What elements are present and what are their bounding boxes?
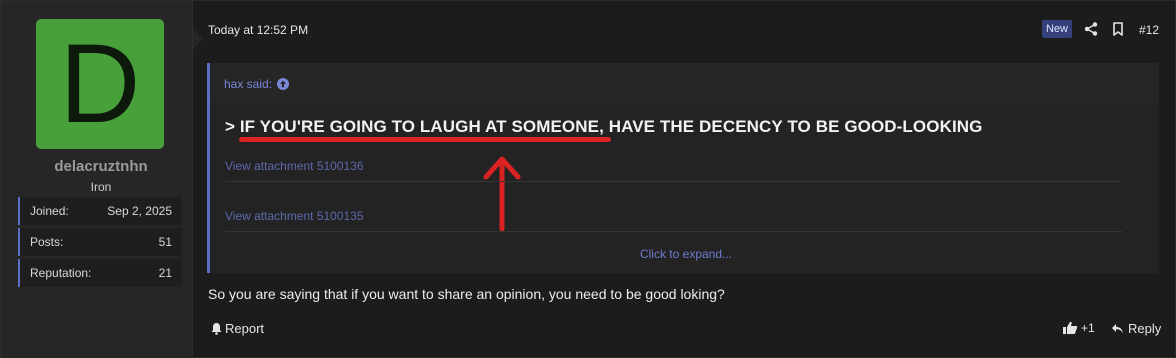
user-sidebar: D delacruztnhn Iron Joined: Sep 2, 2025 … [1, 1, 193, 358]
attachment-link[interactable]: View attachment 5100135 [225, 209, 364, 223]
attachment-link[interactable]: View attachment 5100136 [225, 159, 364, 173]
quote-header [210, 63, 1159, 103]
avatar-letter: D [59, 21, 141, 146]
post-date[interactable]: Today at 12:52 PM [208, 23, 308, 37]
stat-label: Posts: [30, 235, 64, 249]
username-link[interactable]: delacruztnhn [1, 158, 201, 175]
click-to-expand-link[interactable]: Click to expand... [210, 247, 1162, 261]
forum-post: D delacruztnhn Iron Joined: Sep 2, 2025 … [0, 0, 1176, 358]
new-badge: New [1042, 20, 1072, 38]
like-button[interactable]: +1 [1062, 321, 1095, 335]
stat-label: Joined: [30, 204, 69, 218]
stat-label: Reputation: [30, 266, 92, 280]
quote-author-link[interactable]: hax said: [224, 77, 290, 91]
bookmark-icon[interactable] [1109, 20, 1127, 38]
report-button[interactable]: Report [210, 321, 264, 336]
divider [225, 231, 1122, 232]
post-number-link[interactable]: #12 [1139, 23, 1159, 37]
stat-reputation: Reputation: 21 [18, 259, 182, 287]
like-count: +1 [1081, 321, 1095, 335]
report-label: Report [225, 321, 265, 336]
stat-value: Sep 2, 2025 [107, 204, 172, 218]
share-icon[interactable] [1082, 20, 1100, 38]
stat-joined: Joined: Sep 2, 2025 [18, 197, 182, 225]
post-body-text: So you are saying that if you want to sh… [208, 286, 725, 302]
sidebar-pointer [193, 29, 203, 49]
stat-value: 21 [158, 266, 172, 280]
bell-icon [211, 323, 222, 335]
user-title: Iron [90, 180, 112, 194]
quote-block: hax said: > IF YOU'RE GOING TO LAUGH AT … [207, 63, 1159, 273]
stat-posts: Posts: 51 [18, 228, 182, 256]
arrow-up-circle-icon [277, 78, 290, 90]
quote-text: > IF YOU'RE GOING TO LAUGH AT SOMEONE, H… [225, 117, 983, 136]
reply-label: Reply [1128, 321, 1162, 336]
divider [225, 181, 1122, 182]
quote-author-name: hax said: [224, 77, 273, 91]
red-underline-annotation [239, 137, 611, 142]
reply-arrow-icon [1112, 323, 1123, 333]
red-arrow-annotation [483, 156, 521, 232]
reply-button[interactable]: Reply [1111, 321, 1161, 336]
stat-value: 51 [158, 235, 172, 249]
avatar[interactable]: D [36, 19, 164, 149]
thumbs-up-icon [1063, 321, 1078, 334]
